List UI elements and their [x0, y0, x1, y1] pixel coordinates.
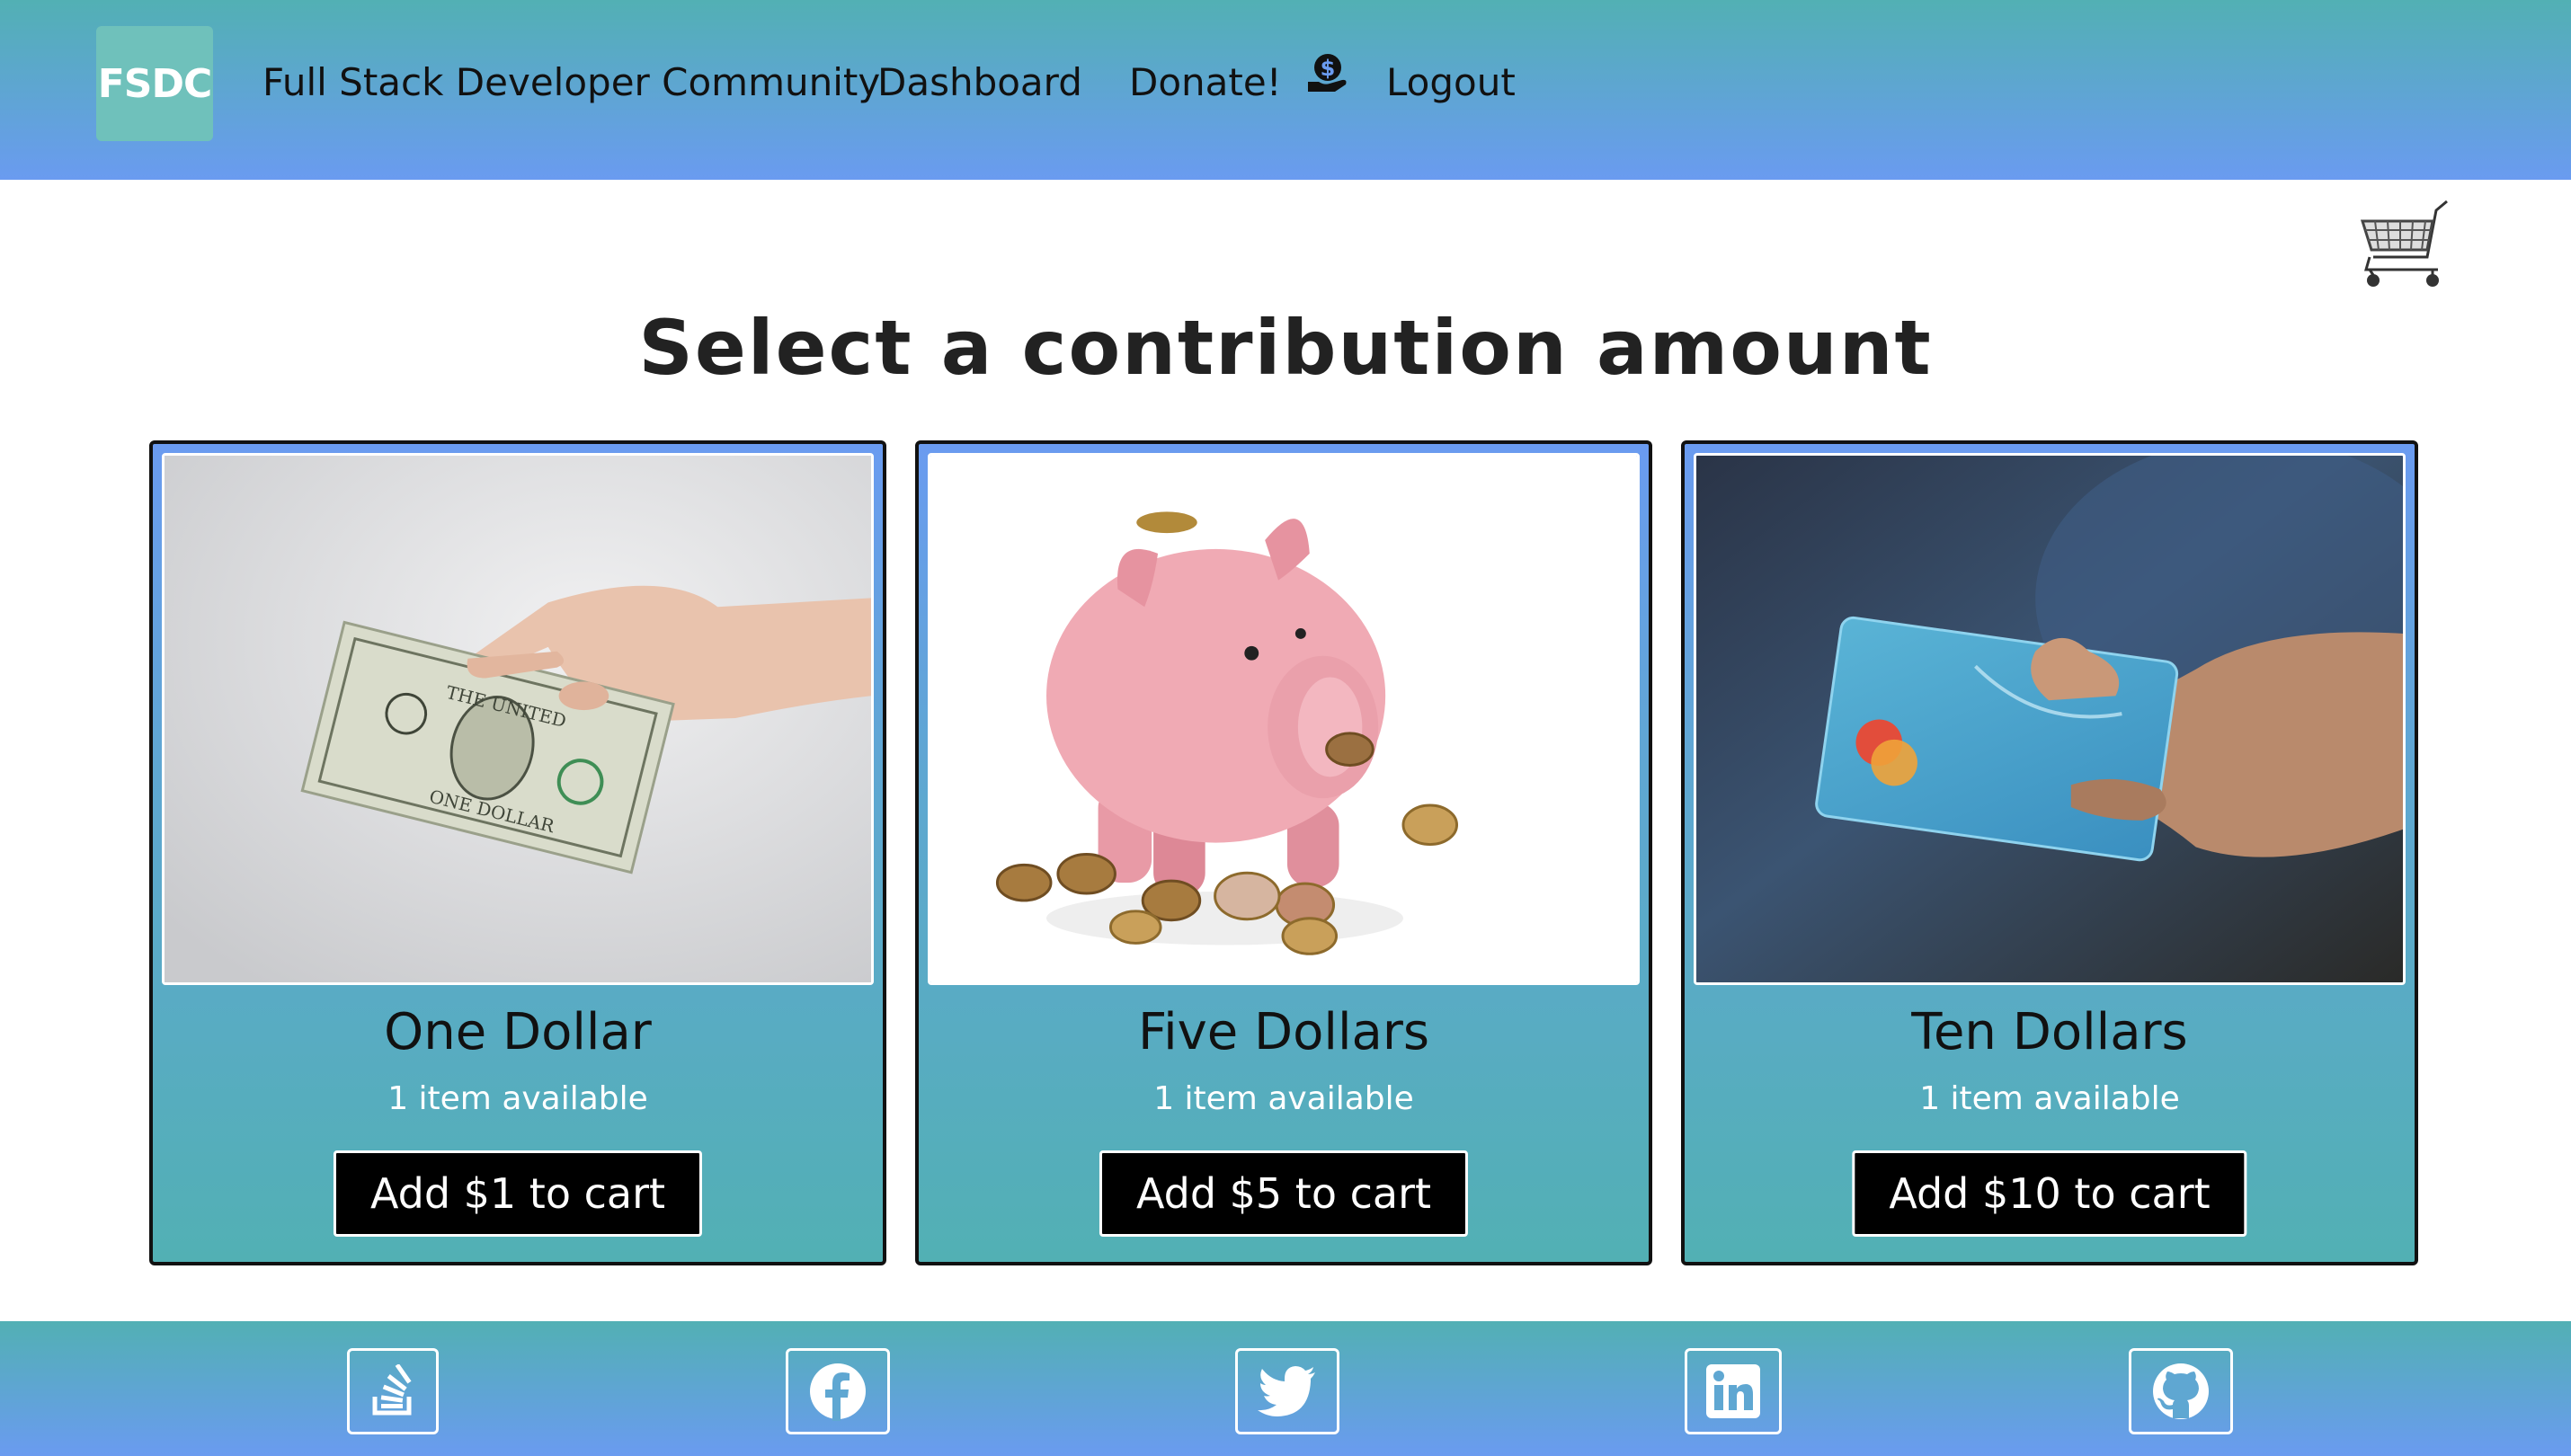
github-icon[interactable] [2129, 1348, 2233, 1434]
svg-text:$: $ [1321, 56, 1336, 81]
nav-dashboard-link[interactable]: Dashboard [877, 54, 1082, 111]
facebook-icon[interactable] [786, 1348, 890, 1434]
product-card-ten-dollars: Ten Dollars 1 item available Add $10 to … [1681, 440, 2418, 1265]
card-stock-label: 1 item available [387, 1080, 648, 1117]
card-stock-label: 1 item available [1919, 1080, 2180, 1117]
linkedin-icon[interactable] [1685, 1348, 1782, 1434]
add-5-to-cart-button[interactable]: Add $5 to cart [1099, 1150, 1469, 1237]
page-title: Select a contribution amount [638, 304, 1933, 392]
hand-holding-dollar-icon: $ [1306, 51, 1349, 111]
top-navbar: FSDC Full Stack Developer Community Dash… [0, 0, 2571, 180]
card-title: One Dollar [384, 1003, 652, 1061]
product-card-five-dollars: Five Dollars 1 item available Add $5 to … [915, 440, 1652, 1265]
stack-overflow-icon[interactable] [347, 1348, 439, 1434]
card-title: Ten Dollars [1911, 1003, 2188, 1061]
add-1-to-cart-button[interactable]: Add $1 to cart [333, 1150, 703, 1237]
card-stock-label: 1 item available [1153, 1080, 1414, 1117]
credit-card-image [1694, 453, 2406, 985]
footer [0, 1321, 2571, 1456]
shopping-cart-icon[interactable] [2357, 198, 2451, 291]
nav-logout-link[interactable]: Logout [1386, 54, 1516, 111]
nav-donate-link[interactable]: Donate! $ [1129, 51, 1349, 111]
card-title: Five Dollars [1137, 1003, 1430, 1061]
nav-brand-link[interactable]: Full Stack Developer Community [262, 54, 880, 111]
fsdc-logo[interactable]: FSDC [96, 26, 213, 141]
add-10-to-cart-button[interactable]: Add $10 to cart [1852, 1150, 2247, 1237]
twitter-icon[interactable] [1235, 1348, 1339, 1434]
nav-donate-label: Donate! [1129, 60, 1282, 104]
piggy-bank-image [928, 453, 1640, 985]
product-card-one-dollar: THE UNITED ONE DOLLAR One Dollar 1 item … [149, 440, 886, 1265]
dollar-bill-image: THE UNITED ONE DOLLAR [162, 453, 874, 985]
